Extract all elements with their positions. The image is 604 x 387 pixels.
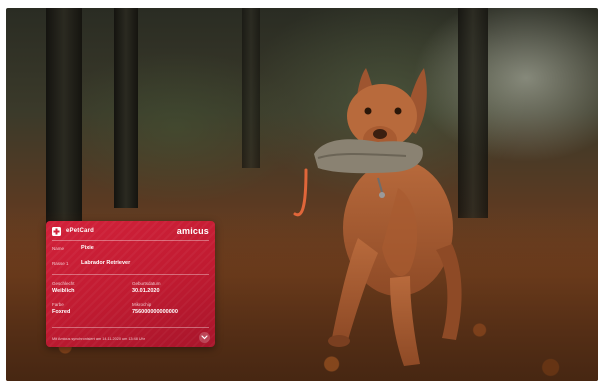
brand-logo: amicus bbox=[176, 226, 209, 236]
divider bbox=[52, 274, 209, 275]
breed-label: Rasse 1 bbox=[52, 261, 69, 266]
chip-value: 756000000000000 bbox=[132, 309, 178, 315]
photo-frame: ePetCard amicus Name Pixie Rasse 1 Labra… bbox=[6, 8, 598, 381]
chip-label: Mikrochip bbox=[132, 302, 152, 307]
name-label: Name bbox=[52, 246, 65, 251]
divider bbox=[52, 327, 209, 328]
sync-footer: Mit Amicus synchronisiert am 14.11.2020 … bbox=[52, 337, 145, 341]
leash-rope bbox=[293, 168, 308, 217]
sex-label: Geschlecht bbox=[52, 281, 75, 286]
card-header: ePetCard amicus bbox=[52, 226, 209, 238]
expand-button[interactable] bbox=[199, 332, 210, 343]
breed-value: Labrador Retriever bbox=[81, 260, 131, 266]
name-value: Pixie bbox=[81, 245, 94, 251]
color-label: Farbe bbox=[52, 302, 64, 307]
birth-label: Geburtsdatum bbox=[132, 281, 161, 286]
sex-value: Weiblich bbox=[52, 288, 75, 294]
swiss-cross-icon bbox=[52, 227, 61, 236]
divider bbox=[52, 240, 209, 241]
dog-leg bbox=[332, 238, 378, 340]
birth-value: 30.01.2020 bbox=[132, 288, 160, 294]
color-value: Foxred bbox=[52, 309, 71, 315]
epetcard: ePetCard amicus Name Pixie Rasse 1 Labra… bbox=[46, 221, 215, 347]
chevron-down-icon bbox=[201, 335, 208, 340]
card-title: ePetCard bbox=[66, 228, 94, 234]
